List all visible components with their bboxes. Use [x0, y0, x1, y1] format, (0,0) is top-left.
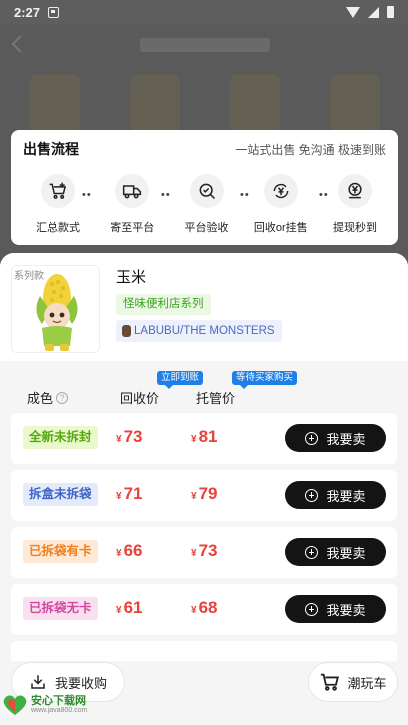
flow-step: 提现秒到 — [322, 174, 388, 235]
toy-cart-button[interactable]: 潮玩车 — [308, 662, 398, 702]
yen-cycle-icon — [263, 174, 298, 208]
heart-logo-icon — [3, 695, 27, 715]
table-row: 已拆袋无卡 ¥61 ¥68 我要卖 — [11, 584, 397, 635]
battery-icon — [387, 6, 394, 18]
watermark-name: 安心下载网 — [31, 695, 86, 707]
status-time: 2:27 — [14, 4, 41, 20]
flow-step-label: 回收or挂售 — [253, 222, 308, 234]
instant-payout-badge: 立即到账 — [157, 371, 204, 389]
flow-connector: •• — [240, 189, 250, 201]
condition-header-label: 成色 — [27, 391, 54, 406]
table-row: 已拆袋有卡 ¥66 ¥73 我要卖 — [11, 527, 397, 578]
watermark: 安心下载网 www.java800.com — [2, 694, 87, 716]
condition-tag: 已拆袋无卡 — [23, 597, 98, 620]
sell-button[interactable]: 我要卖 — [285, 481, 386, 509]
series-tag[interactable]: 怪味便利店系列 — [116, 294, 211, 315]
labubu-avatar-icon — [122, 325, 131, 337]
recycle-price: ¥66 — [116, 541, 143, 560]
product-name: 玉米 — [116, 269, 147, 286]
product-image[interactable]: 系列款 — [11, 265, 100, 353]
recycle-price: ¥71 — [116, 484, 143, 503]
cart-plus-icon — [41, 174, 75, 208]
table-row: 全新未拆封 ¥73 ¥81 我要卖 — [11, 413, 397, 464]
product-info: 系列款 玉米 怪味便利店系列 LABUBU/THE MONSTERS — [0, 253, 408, 361]
plus-circle-icon — [305, 602, 319, 616]
truck-icon — [115, 174, 150, 208]
help-icon[interactable]: ? — [56, 391, 69, 404]
sell-flow-title: 出售流程 — [23, 141, 79, 157]
background-product — [230, 74, 280, 134]
flow-step: 回收or挂售 — [248, 174, 314, 235]
check-search-icon — [189, 174, 224, 208]
consign-price: ¥81 — [191, 427, 218, 446]
flow-step: 寄至平台 — [99, 174, 165, 235]
consign-price: ¥79 — [191, 484, 218, 503]
sell-button[interactable]: 我要卖 — [285, 595, 386, 623]
background-product — [30, 74, 80, 134]
plus-circle-icon — [305, 488, 319, 502]
notification-icon — [48, 6, 60, 18]
yen-withdraw-icon — [338, 174, 372, 208]
watermark-url: www.java800.com — [31, 707, 88, 714]
plus-circle-icon — [305, 431, 319, 445]
flow-connector: •• — [82, 189, 92, 201]
flow-step: 平台验收 — [174, 174, 240, 235]
consign-price: ¥73 — [191, 541, 218, 560]
price-table: 全新未拆封 ¥73 ¥81 我要卖 拆盒未拆袋 ¥71 ¥79 我要卖 已拆袋有… — [0, 413, 408, 661]
bottom-bar: 我要收购 潮玩车 安心下载网 www.java800.com — [0, 658, 408, 725]
condition-header: 成色 ? — [27, 388, 69, 407]
condition-tag: 拆盒未拆袋 — [23, 483, 98, 506]
signal-icon — [368, 6, 379, 18]
flow-step-label: 汇总款式 — [36, 222, 80, 234]
flow-step-label: 寄至平台 — [110, 222, 155, 234]
download-box-icon — [31, 675, 45, 689]
background-product — [130, 74, 180, 134]
want-buy-label: 我要收购 — [54, 675, 107, 691]
cart-icon — [321, 673, 340, 691]
condition-tag: 已拆袋有卡 — [23, 540, 98, 563]
wifi-icon — [346, 6, 360, 18]
sell-button[interactable]: 我要卖 — [285, 538, 386, 566]
status-bar: 2:27 — [0, 0, 408, 24]
sell-flow-steps: 汇总款式 寄至平台 平台验收 回收or挂售 提现秒到 •• •• •• •• — [11, 168, 398, 235]
flow-step-label: 平台验收 — [184, 222, 229, 234]
plus-circle-icon — [305, 545, 319, 559]
recycle-price: ¥73 — [116, 427, 143, 446]
thumb-tag: 系列款 — [12, 266, 46, 283]
flow-step-label: 提现秒到 — [333, 222, 377, 234]
flow-connector: •• — [319, 189, 329, 201]
consign-price-header: 托管价 — [196, 391, 236, 406]
consign-price: ¥68 — [191, 598, 218, 617]
sell-button[interactable]: 我要卖 — [285, 424, 386, 452]
flow-step: 汇总款式 — [25, 174, 91, 235]
back-icon — [11, 35, 29, 53]
sell-sheet: 系列款 玉米 怪味便利店系列 LABUBU/THE MONSTERS 成色 ? … — [0, 253, 408, 725]
background-product — [330, 74, 380, 134]
recycle-price-header: 回收价 — [120, 391, 160, 406]
cart-label: 潮玩车 — [347, 675, 387, 691]
table-row: 拆盒未拆袋 ¥71 ¥79 我要卖 — [11, 470, 397, 521]
background-title — [140, 38, 270, 52]
ip-tag[interactable]: LABUBU/THE MONSTERS — [116, 320, 282, 342]
condition-tag: 全新未拆封 — [23, 426, 98, 449]
await-buyer-badge: 等待买家购买 — [232, 371, 298, 389]
sell-flow-card: 出售流程 一站式出售 免沟通 极速到账 汇总款式 寄至平台 平台验收 回收or挂… — [11, 130, 398, 245]
recycle-price: ¥61 — [116, 598, 143, 617]
sell-flow-subtitle: 一站式出售 免沟通 极速到账 — [235, 142, 386, 157]
ip-tag-label: LABUBU/THE MONSTERS — [134, 325, 275, 337]
flow-connector: •• — [161, 189, 171, 201]
table-header: 成色 ? 回收价 托管价 立即到账 等待买家购买 — [0, 361, 408, 413]
